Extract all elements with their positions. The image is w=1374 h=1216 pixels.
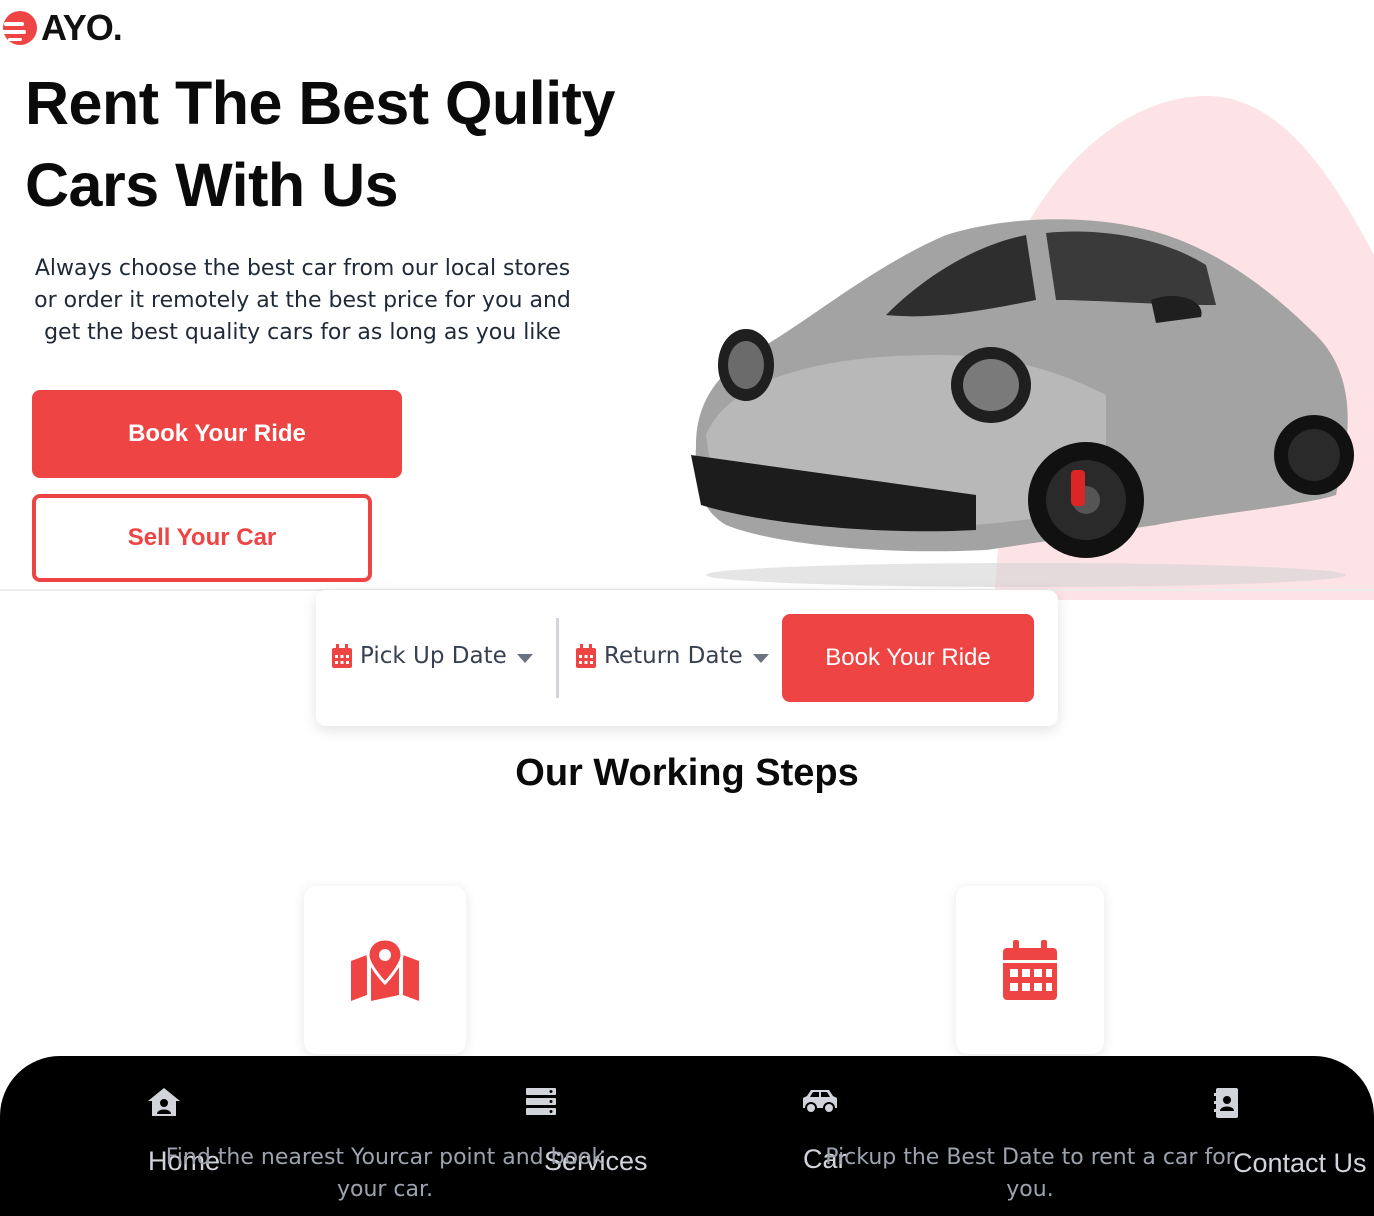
pickup-date-select[interactable]: Pick Up Date (332, 626, 533, 686)
step-card-find (304, 886, 466, 1054)
return-date-label: Return Date (604, 643, 743, 669)
car-icon (802, 1090, 837, 1114)
field-divider (556, 618, 559, 698)
step-card-pickup (956, 886, 1104, 1054)
server-icon (525, 1088, 556, 1115)
caret-down-icon (516, 654, 533, 663)
nav-label-contact-us: Contact Us (1233, 1148, 1367, 1178)
caret-down-icon (752, 654, 769, 663)
return-date-select[interactable]: Return Date (576, 626, 769, 686)
map-location-icon (351, 939, 419, 1001)
booking-bar: Pick Up Date Return Date Book Your Ride (316, 590, 1058, 726)
hero-title: Rent The Best Qulity Cars With Us (25, 69, 615, 219)
car-logo-icon (2, 11, 37, 45)
calendar-icon (576, 644, 596, 668)
calendar-icon (332, 644, 352, 668)
steps-title: Our Working Steps (515, 752, 859, 794)
calendar-icon (1003, 940, 1057, 1000)
step-description-find: Find the nearest Yourcar point and book … (165, 1145, 605, 1202)
brand-logo[interactable]: AYO. (0, 7, 123, 48)
house-user-icon (148, 1088, 181, 1116)
sell-your-car-button[interactable]: Sell Your Car (32, 494, 372, 582)
book-your-ride-button[interactable]: Book Your Ride (32, 390, 402, 478)
pickup-date-label: Pick Up Date (360, 643, 507, 669)
sports-car-image (691, 219, 1354, 587)
step-description-pickup: Pickup the Best Date to rent a car for y… (825, 1145, 1235, 1202)
address-book-icon (1214, 1088, 1239, 1118)
booking-book-button[interactable]: Book Your Ride (782, 614, 1034, 702)
hero-description: Always choose the best car from our loca… (34, 256, 571, 345)
brand-name: AYO. (41, 7, 123, 48)
